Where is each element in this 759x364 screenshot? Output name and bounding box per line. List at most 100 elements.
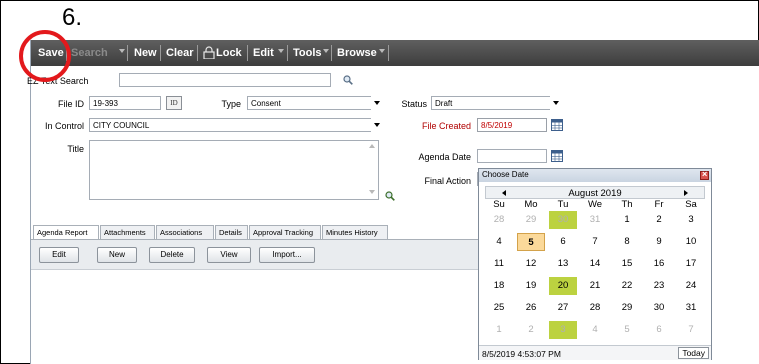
calendar-day-other-month[interactable]: 3 <box>549 321 577 339</box>
in-control-dropdown-arrow[interactable] <box>371 118 383 132</box>
calendar-day[interactable]: 12 <box>517 255 545 273</box>
calendar-day-other-month[interactable]: 29 <box>517 211 545 229</box>
calendar-day[interactable]: 28 <box>581 299 609 317</box>
tab-minutes-history[interactable]: Minutes History <box>322 225 388 239</box>
calendar-day[interactable]: 4 <box>485 233 513 251</box>
calendar-day[interactable]: 6 <box>549 233 577 251</box>
calendar-day[interactable]: 2 <box>645 211 673 229</box>
calendar-day-other-month[interactable]: 1 <box>485 321 513 339</box>
type-select[interactable]: Consent <box>247 96 372 110</box>
status-label: Status <box>401 99 427 109</box>
search-dropdown-arrow[interactable] <box>119 49 125 53</box>
tab-approval-tracking[interactable]: Approval Tracking <box>249 225 321 239</box>
search-magnifier-icon[interactable] <box>343 75 353 85</box>
calendar-day[interactable]: 26 <box>517 299 545 317</box>
tab-associations[interactable]: Associations <box>156 225 214 239</box>
new-attachment-button[interactable]: New <box>97 247 137 263</box>
main-toolbar: Save Search New Clear Lock Edit Tools Br… <box>31 40 759 66</box>
calendar-day[interactable]: 14 <box>581 255 609 273</box>
lock-icon <box>203 46 215 59</box>
calendar-day-other-month[interactable]: 31 <box>581 211 609 229</box>
import-button[interactable]: Import... <box>259 247 315 263</box>
calendar-day[interactable]: 10 <box>677 233 705 251</box>
calendar-day[interactable]: 17 <box>677 255 705 273</box>
calendar-day[interactable]: 5 <box>517 233 545 251</box>
view-button[interactable]: View <box>207 247 251 263</box>
calendar-day[interactable]: 1 <box>613 211 641 229</box>
browse-dropdown-arrow[interactable] <box>379 49 385 53</box>
edit-dropdown-arrow[interactable] <box>278 49 284 53</box>
calendar-day-other-month[interactable]: 28 <box>485 211 513 229</box>
calendar-day[interactable]: 31 <box>677 299 705 317</box>
today-button[interactable]: Today <box>678 347 709 359</box>
calendar-day[interactable]: 20 <box>549 277 577 295</box>
weekday-header: We <box>587 199 603 210</box>
tools-dropdown-arrow[interactable] <box>323 49 329 53</box>
current-datetime: 8/5/2019 4:53:07 PM <box>482 349 561 359</box>
calendar-day[interactable]: 15 <box>613 255 641 273</box>
ez-text-search-input[interactable] <box>119 73 331 87</box>
calendar-day[interactable]: 11 <box>485 255 513 273</box>
calendar-day[interactable]: 7 <box>581 233 609 251</box>
calendar-day[interactable]: 22 <box>613 277 641 295</box>
weekday-header: Fr <box>654 199 664 210</box>
clear-button[interactable]: Clear <box>166 47 194 59</box>
agenda-date-input[interactable] <box>477 149 547 163</box>
status-dropdown-arrow[interactable] <box>550 96 562 110</box>
edit-button[interactable]: Edit <box>39 247 79 263</box>
in-control-select[interactable]: CITY COUNCIL <box>89 118 372 132</box>
agenda-date-label: Agenda Date <box>418 152 471 162</box>
edit-menu-button[interactable]: Edit <box>253 47 274 59</box>
type-dropdown-arrow[interactable] <box>371 96 383 110</box>
date-picker-popup: Choose Date August 2019 SuMoTuWeThFrSa28… <box>478 168 712 360</box>
calendar-day[interactable]: 19 <box>517 277 545 295</box>
date-picker-title: Choose Date <box>479 169 711 182</box>
toolbar-separator <box>247 45 248 61</box>
calendar-day-other-month[interactable]: 6 <box>645 321 673 339</box>
new-button[interactable]: New <box>134 47 157 59</box>
search-button[interactable]: Search <box>71 47 108 59</box>
title-zoom-icon[interactable] <box>385 191 395 201</box>
date-picker-footer: 8/5/2019 4:53:07 PM Today <box>479 345 711 360</box>
calendar-day-other-month[interactable]: 4 <box>581 321 609 339</box>
tab-agenda-report[interactable]: Agenda Report <box>33 225 99 240</box>
tab-attachments[interactable]: Attachments <box>100 225 155 239</box>
next-month-icon[interactable] <box>684 190 688 196</box>
toolbar-separator <box>197 45 198 61</box>
close-icon[interactable] <box>700 169 709 180</box>
calendar-day[interactable]: 18 <box>485 277 513 295</box>
calendar-day-other-month[interactable]: 5 <box>613 321 641 339</box>
delete-button[interactable]: Delete <box>149 247 195 263</box>
calendar-icon[interactable] <box>551 119 563 131</box>
file-created-input[interactable]: 8/5/2019 <box>477 118 547 132</box>
calendar-day[interactable]: 16 <box>645 255 673 273</box>
calendar-day[interactable]: 3 <box>677 211 705 229</box>
calendar-day[interactable]: 27 <box>549 299 577 317</box>
title-textarea[interactable] <box>89 140 379 200</box>
calendar-day[interactable]: 8 <box>613 233 641 251</box>
calendar-day[interactable]: 9 <box>645 233 673 251</box>
calendar-day[interactable]: 30 <box>645 299 673 317</box>
calendar-day[interactable]: 25 <box>485 299 513 317</box>
tools-menu-button[interactable]: Tools <box>293 47 322 59</box>
tab-details[interactable]: Details <box>215 225 248 239</box>
browse-menu-button[interactable]: Browse <box>337 47 377 59</box>
calendar-day-other-month[interactable]: 7 <box>677 321 705 339</box>
calendar-day[interactable]: 29 <box>613 299 641 317</box>
title-scroll-up-arrow[interactable] <box>369 144 375 148</box>
type-label: Type <box>221 99 241 109</box>
id-button[interactable]: ID <box>166 96 182 110</box>
calendar-day[interactable]: 13 <box>549 255 577 273</box>
calendar-day[interactable]: 21 <box>581 277 609 295</box>
calendar-icon[interactable] <box>551 150 563 162</box>
title-scroll-down-arrow[interactable] <box>369 190 375 194</box>
weekday-header: Mo <box>524 199 538 210</box>
calendar-day[interactable]: 23 <box>645 277 673 295</box>
toolbar-separator <box>160 45 161 61</box>
calendar-day[interactable]: 24 <box>677 277 705 295</box>
calendar-day-other-month[interactable]: 2 <box>517 321 545 339</box>
lock-button[interactable]: Lock <box>216 47 242 59</box>
status-select[interactable]: Draft <box>431 96 551 110</box>
calendar-day-other-month[interactable]: 30 <box>549 211 577 229</box>
file-id-input[interactable]: 19-393 <box>89 96 161 110</box>
